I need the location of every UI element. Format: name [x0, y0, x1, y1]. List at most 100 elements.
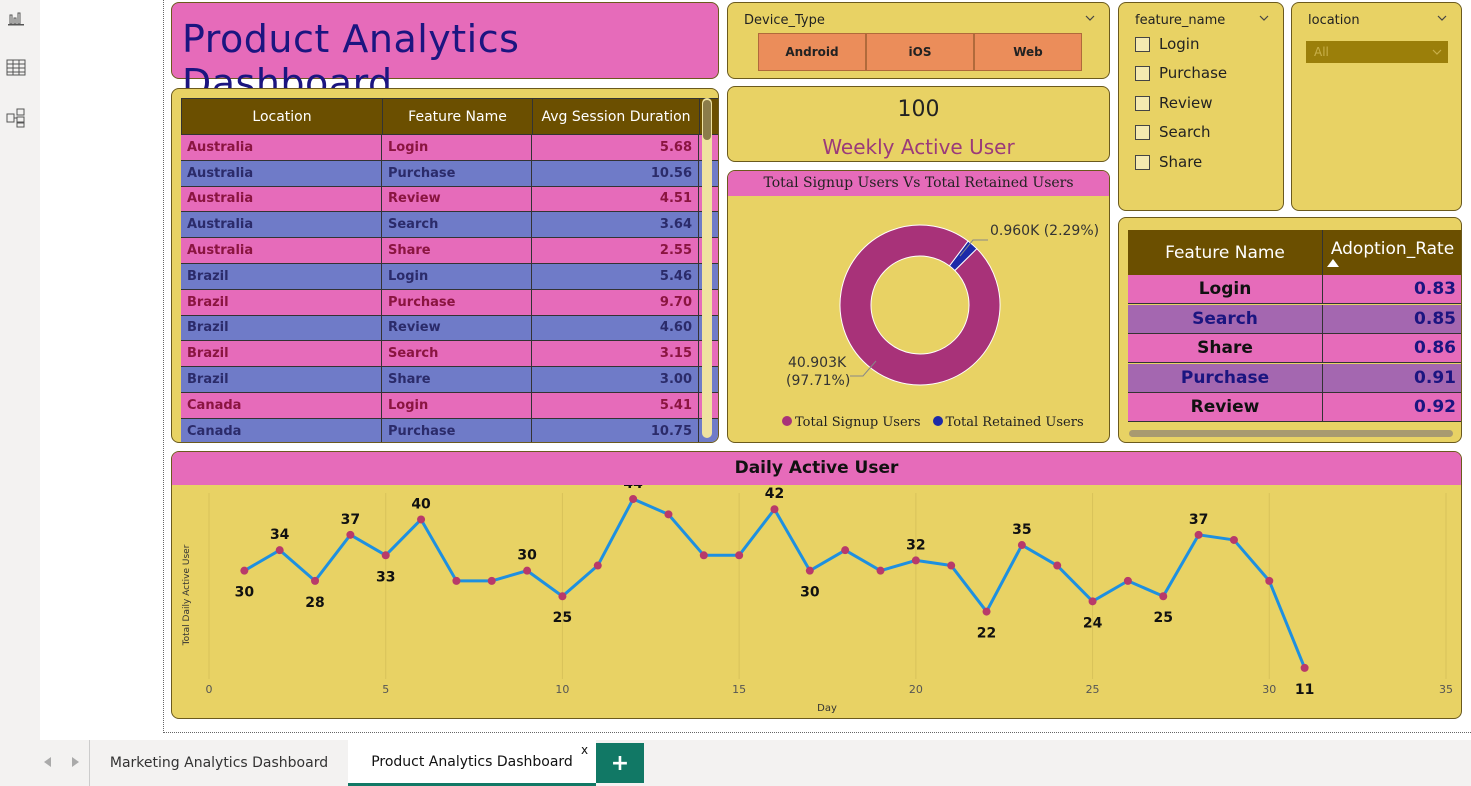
table-row[interactable]: Australia Review 4.51 — [181, 186, 718, 213]
table-row[interactable]: Review 0.92 — [1128, 393, 1461, 423]
model-view-icon[interactable] — [6, 108, 26, 128]
data-point[interactable] — [1123, 576, 1132, 585]
checkbox[interactable] — [1135, 124, 1150, 140]
data-point[interactable] — [911, 556, 920, 565]
data-point[interactable] — [1265, 576, 1274, 585]
table-row[interactable]: Brazil Share 3.00 — [181, 367, 718, 393]
data-point[interactable] — [558, 592, 567, 601]
x-tick-label: 0 — [206, 683, 213, 696]
close-tab-icon[interactable]: x — [581, 743, 588, 757]
data-point[interactable] — [1300, 663, 1309, 672]
column-header[interactable]: Feature Name — [1128, 230, 1323, 275]
data-point[interactable] — [487, 576, 496, 585]
device-option-web[interactable]: Web — [974, 33, 1082, 71]
data-point[interactable] — [947, 561, 956, 570]
x-axis-label: Day — [817, 703, 837, 714]
data-point[interactable] — [593, 561, 602, 570]
vertical-scrollbar[interactable] — [702, 98, 712, 438]
feature-option-review[interactable]: Review — [1135, 94, 1213, 112]
table-cell: 0.92 — [1414, 397, 1456, 418]
data-point[interactable] — [240, 566, 249, 575]
chevron-down-icon[interactable] — [1259, 15, 1269, 22]
data-point[interactable] — [664, 510, 673, 519]
device-option-android[interactable]: Android — [758, 33, 866, 71]
table-cell: Review — [1128, 393, 1323, 422]
data-point[interactable] — [1159, 592, 1168, 601]
x-tick-label: 25 — [1086, 683, 1100, 696]
data-point[interactable] — [629, 495, 638, 503]
column-header[interactable]: Adoption_Rate — [1323, 230, 1461, 275]
checkbox[interactable] — [1135, 36, 1150, 52]
table-row[interactable]: Canada Purchase 10.75 — [181, 418, 718, 442]
chevron-down-icon[interactable] — [1437, 15, 1447, 22]
data-point[interactable] — [805, 566, 814, 575]
table-cell: Share — [1128, 334, 1323, 363]
data-point[interactable] — [1053, 561, 1062, 570]
feature-option-share[interactable]: Share — [1135, 153, 1202, 171]
table-cell: Review — [382, 315, 532, 341]
data-point[interactable] — [1229, 535, 1238, 544]
data-point[interactable] — [417, 515, 426, 524]
data-point[interactable] — [1088, 597, 1097, 606]
table-row[interactable]: Purchase 0.91 — [1128, 363, 1461, 393]
data-point[interactable] — [1017, 541, 1026, 550]
table-row[interactable]: Share 0.86 — [1128, 334, 1461, 364]
data-label: 32 — [906, 537, 925, 553]
data-point[interactable] — [735, 551, 744, 560]
add-page-button[interactable]: + — [596, 743, 644, 783]
table-row[interactable]: Brazil Review 4.60 — [181, 315, 718, 342]
table-header: Location Feature Name Avg Session Durati… — [181, 98, 718, 135]
checkbox[interactable] — [1135, 65, 1150, 81]
checkbox[interactable] — [1135, 154, 1150, 170]
column-header[interactable]: Location — [182, 99, 383, 134]
table-row[interactable]: Login 0.83 — [1128, 275, 1461, 304]
left-rail — [0, 0, 40, 740]
table-cell: Australia — [181, 238, 382, 263]
tab-product-analytics[interactable]: Product Analytics Dashboard — [348, 740, 596, 786]
checkbox[interactable] — [1135, 95, 1150, 111]
data-point[interactable] — [523, 566, 532, 575]
table-cell: 10.56 — [532, 160, 699, 186]
data-point[interactable] — [346, 530, 355, 539]
data-point[interactable] — [381, 551, 390, 560]
table-cell: Brazil — [181, 341, 382, 367]
data-point[interactable] — [1194, 530, 1203, 539]
sort-ascending-icon[interactable] — [1327, 258, 1339, 267]
chevron-down-icon[interactable] — [1085, 15, 1095, 22]
data-point[interactable] — [699, 551, 708, 560]
table-view-icon[interactable] — [6, 58, 26, 78]
table-row[interactable]: Australia Search 3.64 — [181, 212, 718, 239]
table-row[interactable]: Search 0.85 — [1128, 304, 1461, 334]
data-point[interactable] — [876, 566, 885, 575]
table-header: Feature Name Adoption_Rate — [1128, 230, 1461, 275]
table-row[interactable]: Australia Purchase 10.56 — [181, 160, 718, 187]
table-row[interactable]: Brazil Search 3.15 — [181, 341, 718, 368]
column-header[interactable]: Avg Session Duration — [533, 99, 700, 134]
chevron-left-icon[interactable] — [44, 757, 52, 767]
table-cell: Australia — [181, 160, 382, 186]
location-dropdown[interactable]: All — [1306, 41, 1448, 63]
feature-option-search[interactable]: Search — [1135, 123, 1211, 141]
data-point[interactable] — [841, 546, 850, 555]
table-row[interactable]: Australia Share 2.55 — [181, 238, 718, 264]
data-label: 40 — [411, 496, 431, 512]
tab-marketing-analytics[interactable]: Marketing Analytics Dashboard — [90, 740, 348, 786]
table-row[interactable]: Canada Login 5.41 — [181, 392, 718, 419]
data-point[interactable] — [982, 607, 991, 616]
data-point[interactable] — [452, 576, 461, 585]
data-point[interactable] — [770, 505, 779, 514]
feature-option-purchase[interactable]: Purchase — [1135, 64, 1227, 82]
column-header[interactable]: Feature Name — [383, 99, 533, 134]
table-row[interactable]: Brazil Login 5.46 — [181, 263, 718, 290]
horizontal-scrollbar[interactable] — [1129, 430, 1453, 437]
report-view-icon[interactable] — [6, 10, 26, 30]
data-point[interactable] — [311, 576, 320, 585]
chevron-right-icon[interactable] — [72, 757, 80, 767]
scrollbar-thumb[interactable] — [703, 100, 711, 140]
chevron-down-icon[interactable] — [1432, 49, 1442, 56]
feature-option-login[interactable]: Login — [1135, 35, 1199, 53]
data-point[interactable] — [275, 546, 284, 555]
table-row[interactable]: Australia Login 5.68 — [181, 135, 718, 161]
table-row[interactable]: Brazil Purchase 9.70 — [181, 289, 718, 316]
device-option-ios[interactable]: iOS — [866, 33, 974, 71]
